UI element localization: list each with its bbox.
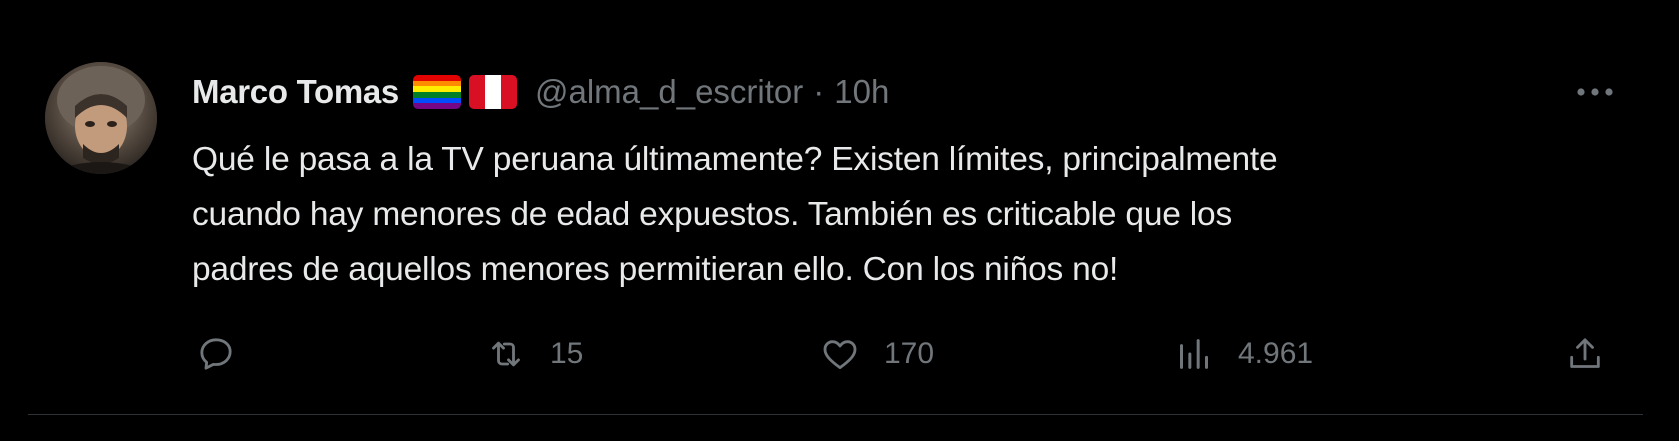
avatar[interactable] (45, 62, 157, 174)
reply-button[interactable] (196, 328, 260, 380)
views-count: 4.961 (1238, 337, 1314, 370)
reply-icon (200, 338, 232, 370)
separator-dot: · (813, 73, 825, 110)
tweet-divider (28, 414, 1643, 415)
like-count: 170 (884, 337, 935, 370)
retweet-count: 15 (550, 337, 584, 370)
avatar-photo (45, 62, 157, 174)
tweet-card[interactable]: Marco Tomas @alma_d_escritor · 10h Qué l… (0, 0, 1679, 441)
retweet-icon (492, 341, 520, 367)
timestamp[interactable]: 10h (834, 73, 889, 111)
tweet-text-line: Qué le pasa a la TV peruana últimamente?… (192, 141, 1278, 178)
views-button[interactable]: 4.961 (1174, 328, 1313, 380)
tweet-text-line: cuando hay menores de edad expuestos. Ta… (192, 196, 1233, 233)
share-icon (1570, 338, 1600, 368)
tweet-actions: 15 170 4.961 (0, 328, 1679, 380)
share-button[interactable] (1565, 328, 1605, 380)
tweet-text-line: padres de aquellos menores permitieran e… (192, 251, 1119, 288)
rainbow-flag-icon (412, 75, 461, 109)
peru-flag-icon (468, 75, 517, 109)
more-dots-icon (1577, 88, 1613, 96)
display-name[interactable]: Marco Tomas (192, 73, 399, 111)
tweet-text: Qué le pasa a la TV peruana últimamente?… (192, 132, 1612, 297)
retweet-button[interactable]: 15 (486, 328, 583, 380)
like-button[interactable]: 170 (820, 328, 934, 380)
name-emoji-flags (412, 75, 525, 109)
views-icon (1180, 339, 1208, 369)
heart-icon (823, 340, 857, 370)
tweet-header: Marco Tomas @alma_d_escritor · 10h (192, 70, 889, 114)
user-handle[interactable]: @alma_d_escritor (535, 73, 803, 111)
more-options-button[interactable] (1571, 74, 1619, 110)
